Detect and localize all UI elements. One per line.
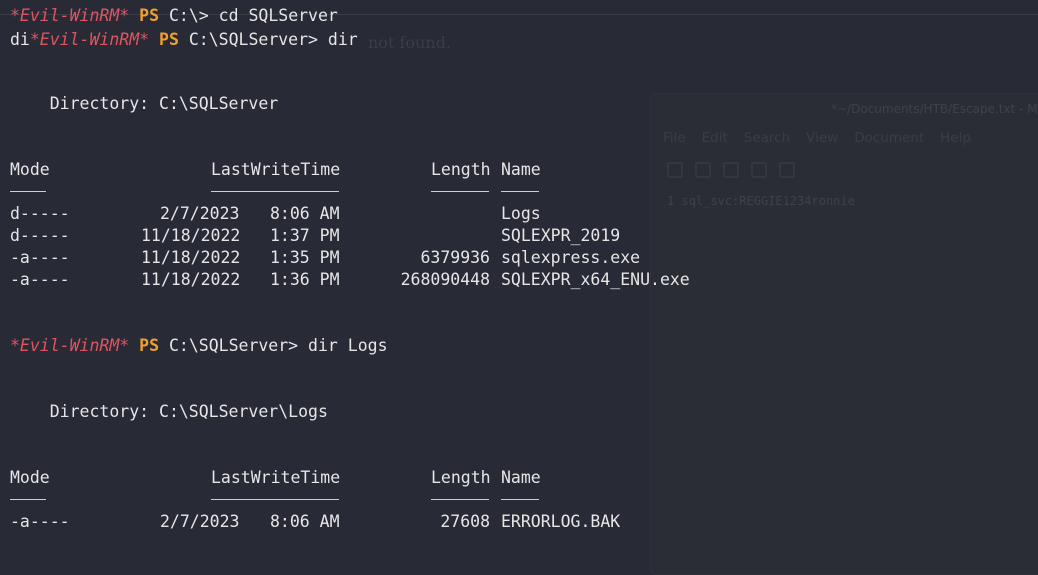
- header-lastwritetime: LastWriteTime: [211, 160, 341, 179]
- header-rule-lwt: [211, 191, 339, 192]
- row-time: 8:06 AM: [270, 512, 340, 531]
- row-date: 11/18/2022: [141, 226, 241, 245]
- row-time: 1:36 PM: [270, 270, 340, 289]
- row-time: 8:06 AM: [270, 204, 340, 223]
- directory-heading-1: Directory: C:\SQLServer: [10, 94, 279, 113]
- header-lastwritetime: LastWriteTime: [211, 468, 341, 487]
- background-window-title: *~/Documents/HTB/Escape.txt - Ma: [831, 102, 1038, 116]
- row-name: sqlexpress.exe: [501, 248, 641, 267]
- header-name: Name: [501, 468, 541, 487]
- revert-icon: [779, 162, 795, 178]
- background-toolbar: [667, 162, 795, 178]
- row-name: SQLEXPR_x64_ENU.exe: [501, 270, 690, 289]
- header-length: Length: [431, 468, 491, 487]
- header-rule-mode: [10, 499, 46, 500]
- editor-text: sql_svc:REGGIE1234ronnie: [681, 194, 855, 208]
- header-rule-name: [501, 191, 539, 192]
- save-icon: [723, 162, 739, 178]
- new-file-icon: [667, 162, 683, 178]
- ghost-text: not found.: [368, 33, 451, 52]
- menu-view: View: [806, 130, 839, 146]
- open-file-icon: [695, 162, 711, 178]
- row-date: 2/7/2023: [160, 204, 240, 223]
- background-editor-window: *~/Documents/HTB/Escape.txt - Ma File Ed…: [650, 93, 1038, 575]
- menu-file: File: [663, 130, 686, 146]
- header-mode: Mode: [10, 468, 50, 487]
- ps-label: PS: [139, 6, 160, 25]
- ps-label: PS: [159, 30, 179, 49]
- row-mode: -a----: [10, 270, 70, 289]
- row-name: SQLEXPR_2019: [501, 226, 621, 245]
- save-all-icon: [751, 162, 767, 178]
- header-rule-length: [431, 191, 489, 192]
- row-mode: -a----: [10, 248, 70, 267]
- row-time: 1:35 PM: [270, 248, 340, 267]
- prompt-line-3: *Evil-WinRM* PS C:\SQLServer> dir Logs: [10, 336, 388, 356]
- command-text: dir: [327, 30, 358, 49]
- row-time: 1:37 PM: [270, 226, 340, 245]
- prompt-path: C:\SQLServer>: [168, 336, 299, 355]
- row-date: 11/18/2022: [141, 248, 241, 267]
- shell-label: *Evil-WinRM*: [10, 6, 130, 25]
- row-name: ERRORLOG.BAK: [501, 512, 621, 531]
- shell-label: *Evil-WinRM*: [10, 336, 130, 355]
- prompt-path: C:\>: [168, 6, 209, 25]
- row-name: Logs: [501, 204, 541, 223]
- background-editor-line: 1 sql_svc:REGGIE1234ronnie: [667, 194, 855, 208]
- menu-edit: Edit: [701, 130, 728, 146]
- line-number: 1: [667, 194, 675, 208]
- row-date: 11/18/2022: [141, 270, 241, 289]
- ps-label: PS: [139, 336, 160, 355]
- row-length: 268090448: [400, 270, 490, 289]
- menu-help: Help: [940, 130, 971, 146]
- header-name: Name: [501, 160, 541, 179]
- header-rule-name: [501, 499, 539, 500]
- header-rule-lwt: [211, 499, 339, 500]
- menu-document: Document: [854, 130, 925, 146]
- row-mode: -a----: [10, 512, 70, 531]
- shell-label: *Evil-WinRM*: [29, 30, 150, 49]
- row-length: 27608: [440, 512, 490, 531]
- prompt-line-1: *Evil-WinRM* PS C:\> cd SQLServer: [10, 6, 338, 26]
- typed-prefix: di: [10, 30, 30, 49]
- row-length: 6379936: [420, 248, 490, 267]
- menu-search: Search: [743, 130, 791, 146]
- row-date: 2/7/2023: [160, 512, 240, 531]
- header-length: Length: [431, 160, 491, 179]
- row-mode: d-----: [10, 204, 70, 223]
- command-text: dir Logs: [308, 336, 388, 355]
- command-text: cd SQLServer: [218, 6, 338, 25]
- header-mode: Mode: [10, 160, 50, 179]
- header-rule-length: [431, 499, 489, 500]
- prompt-line-2: di*Evil-WinRM* PS C:\SQLServer> dir: [10, 30, 358, 50]
- prompt-path: C:\SQLServer>: [188, 30, 318, 49]
- row-mode: d-----: [10, 226, 70, 245]
- background-menu-bar: File Edit Search View Document Help: [663, 130, 971, 146]
- header-rule-mode: [10, 191, 46, 192]
- directory-heading-2: Directory: C:\SQLServer\Logs: [10, 402, 328, 421]
